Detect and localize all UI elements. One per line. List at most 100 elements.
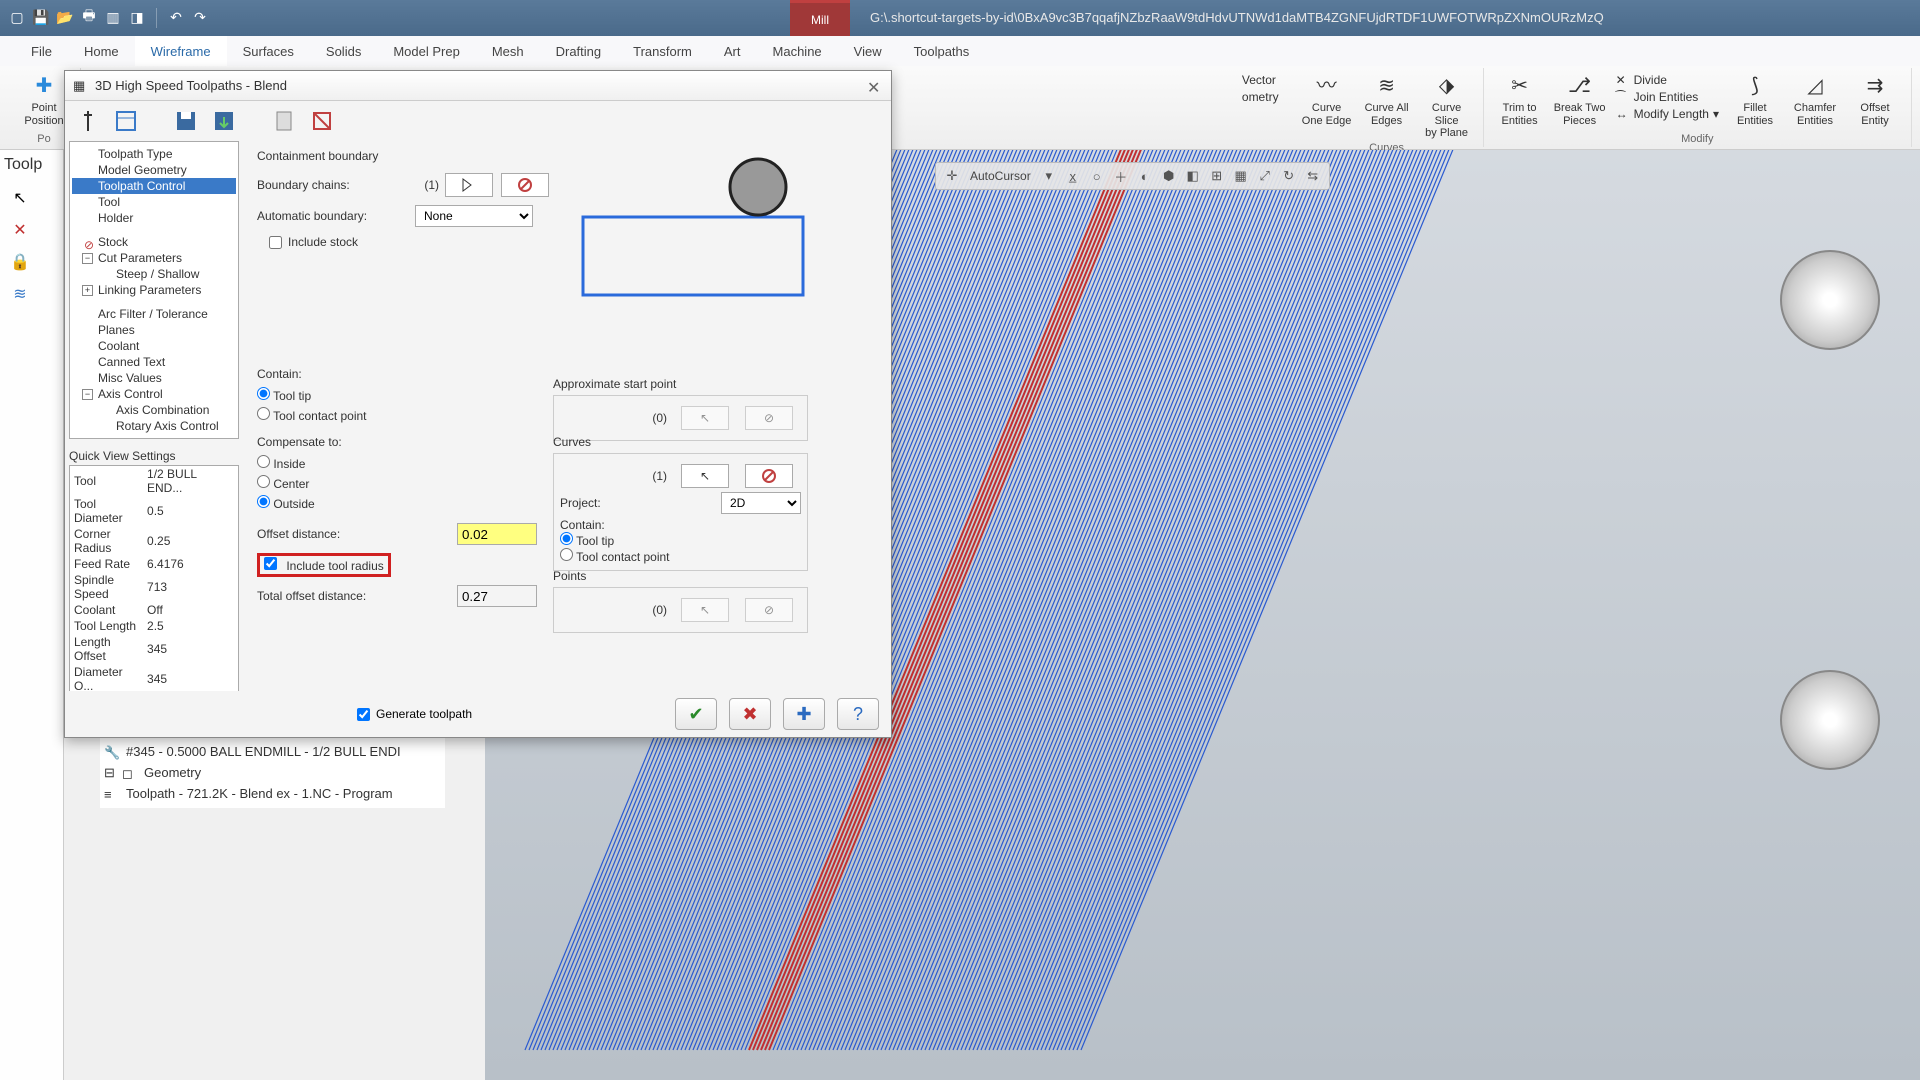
offset-distance-input[interactable] bbox=[457, 523, 537, 545]
vector-item[interactable]: Vector bbox=[1238, 72, 1283, 88]
autocursor-icon[interactable]: ✛ bbox=[942, 166, 962, 186]
tab-modelprep[interactable]: Model Prep bbox=[377, 36, 475, 66]
tab-home[interactable]: Home bbox=[68, 36, 135, 66]
tree-tool[interactable]: Tool bbox=[72, 194, 236, 210]
curve-one-edge-button[interactable]: 〰Curve One Edge bbox=[1299, 70, 1355, 129]
delete-icon[interactable]: ✕ bbox=[8, 218, 32, 242]
offset-button[interactable]: ⇉Offset Entity bbox=[1847, 70, 1903, 129]
tab-solids[interactable]: Solids bbox=[310, 36, 377, 66]
tree-toolpath-control[interactable]: Toolpath Control bbox=[72, 178, 236, 194]
divide-item[interactable]: ✕Divide bbox=[1612, 72, 1723, 88]
load-icon[interactable] bbox=[209, 106, 239, 136]
modify-length-item[interactable]: ↔Modify Length ▾ bbox=[1612, 106, 1723, 122]
vp-icon[interactable]: ↻ bbox=[1279, 166, 1299, 186]
ometry-item[interactable]: ometry bbox=[1238, 89, 1283, 105]
include-stock-checkbox[interactable] bbox=[269, 236, 282, 249]
tab-file[interactable]: File bbox=[15, 36, 68, 66]
open-icon[interactable]: 📂 bbox=[56, 8, 74, 26]
pick-start-button[interactable]: ↖ bbox=[681, 406, 729, 430]
tree-arc[interactable]: Arc Filter / Tolerance bbox=[72, 306, 236, 322]
tab-view[interactable]: View bbox=[838, 36, 898, 66]
pick-points-button[interactable]: ↖ bbox=[681, 598, 729, 622]
vp-icon[interactable]: ⤢ bbox=[1255, 166, 1275, 186]
generate-checkbox[interactable] bbox=[357, 708, 370, 721]
curves-contact-radio[interactable]: Tool contact point bbox=[560, 550, 670, 564]
expand-icon[interactable]: + bbox=[82, 285, 93, 296]
operations-tree[interactable]: 🔧#345 - 0.5000 BALL ENDMILL - 1/2 BULL E… bbox=[100, 738, 445, 808]
tree-stock[interactable]: ⊘Stock bbox=[72, 234, 236, 250]
redo-icon[interactable]: ↷ bbox=[191, 8, 209, 26]
context-tab-mill[interactable]: Mill bbox=[790, 0, 850, 36]
tree-planes[interactable]: Planes bbox=[72, 322, 236, 338]
vp-icon[interactable]: ○ bbox=[1087, 166, 1107, 186]
tab-toolpaths[interactable]: Toolpaths bbox=[898, 36, 986, 66]
tab-surfaces[interactable]: Surfaces bbox=[227, 36, 310, 66]
save-icon[interactable] bbox=[171, 106, 201, 136]
tree-model-geometry[interactable]: Model Geometry bbox=[72, 162, 236, 178]
tree-cut-params[interactable]: −Cut Parameters bbox=[72, 250, 236, 266]
analyze-icon[interactable]: ◨ bbox=[128, 8, 146, 26]
tool-icon[interactable] bbox=[73, 106, 103, 136]
clear-curves-button[interactable] bbox=[745, 464, 793, 488]
tab-wireframe[interactable]: Wireframe bbox=[135, 36, 227, 66]
trim-button[interactable]: ✂Trim to Entities bbox=[1492, 70, 1548, 129]
break-button[interactable]: ⎇Break Two Pieces bbox=[1552, 70, 1608, 129]
clear-points-button[interactable]: ⊘ bbox=[745, 598, 793, 622]
clear-start-button[interactable]: ⊘ bbox=[745, 406, 793, 430]
collapse-icon[interactable]: − bbox=[82, 389, 93, 400]
chamfer-button[interactable]: ◿Chamfer Entities bbox=[1787, 70, 1843, 129]
tree-canned[interactable]: Canned Text bbox=[72, 354, 236, 370]
defaults-icon[interactable] bbox=[307, 106, 337, 136]
include-radius-checkbox[interactable] bbox=[264, 557, 277, 570]
dialog-tree[interactable]: Toolpath Type Model Geometry Toolpath Co… bbox=[69, 141, 239, 439]
vp-icon[interactable]: ▾ bbox=[1039, 166, 1059, 186]
vp-icon[interactable]: ▦ bbox=[1231, 166, 1251, 186]
view-gnomon-top[interactable] bbox=[1780, 250, 1880, 350]
tree-axis[interactable]: −Axis Control bbox=[72, 386, 236, 402]
curve-all-edges-button[interactable]: ≋Curve All Edges bbox=[1359, 70, 1415, 129]
view-gnomon-bottom[interactable] bbox=[1780, 670, 1880, 770]
help-button[interactable]: ? bbox=[837, 698, 879, 730]
tree-axis-combo[interactable]: Axis Combination bbox=[72, 402, 236, 418]
join-item[interactable]: ⁀Join Entities bbox=[1612, 89, 1723, 105]
tab-drafting[interactable]: Drafting bbox=[540, 36, 618, 66]
pick-boundary-button[interactable] bbox=[445, 173, 493, 197]
tree-steep[interactable]: Steep / Shallow bbox=[72, 266, 236, 282]
close-icon[interactable]: ✕ bbox=[867, 78, 883, 94]
tab-art[interactable]: Art bbox=[708, 36, 757, 66]
tab-transform[interactable]: Transform bbox=[617, 36, 708, 66]
save-icon[interactable]: 💾 bbox=[32, 8, 50, 26]
tab-machine[interactable]: Machine bbox=[757, 36, 838, 66]
vp-icon[interactable]: ◧ bbox=[1183, 166, 1203, 186]
params-icon[interactable] bbox=[111, 106, 141, 136]
tree-misc[interactable]: Misc Values bbox=[72, 370, 236, 386]
auto-boundary-select[interactable]: None bbox=[415, 205, 533, 227]
clear-boundary-button[interactable] bbox=[501, 173, 549, 197]
fillet-button[interactable]: ⟆Fillet Entities bbox=[1727, 70, 1783, 129]
vp-icon[interactable]: x̲ bbox=[1063, 166, 1083, 186]
tree-rotary[interactable]: Rotary Axis Control bbox=[72, 418, 236, 434]
tab-mesh[interactable]: Mesh bbox=[476, 36, 540, 66]
cancel-button[interactable]: ✖ bbox=[729, 698, 771, 730]
calc-icon[interactable] bbox=[269, 106, 299, 136]
ok-button[interactable]: ✔ bbox=[675, 698, 717, 730]
lock-icon[interactable]: 🔒 bbox=[8, 250, 32, 274]
tree-linking[interactable]: +Linking Parameters bbox=[72, 282, 236, 298]
select-icon[interactable]: ↖ bbox=[8, 186, 32, 210]
collapse-icon[interactable]: − bbox=[82, 253, 93, 264]
new-icon[interactable]: ▢ bbox=[8, 8, 26, 26]
tree-holder[interactable]: Holder bbox=[72, 210, 236, 226]
display-icon[interactable]: ▥ bbox=[104, 8, 122, 26]
curve-slice-button[interactable]: ⬗Curve Slice by Plane bbox=[1419, 70, 1475, 142]
vp-icon[interactable]: ＋ bbox=[1111, 166, 1131, 186]
print-icon[interactable]: 🖶 bbox=[80, 8, 98, 26]
project-select[interactable]: 2D bbox=[721, 492, 801, 514]
tree-coolant[interactable]: Coolant bbox=[72, 338, 236, 354]
vp-icon[interactable]: ⇆ bbox=[1303, 166, 1323, 186]
vp-icon[interactable]: ◐ bbox=[1135, 166, 1155, 186]
tree-toolpath-type[interactable]: Toolpath Type bbox=[72, 146, 236, 162]
pick-curves-button[interactable]: ↖ bbox=[681, 464, 729, 488]
add-button[interactable]: ✚ bbox=[783, 698, 825, 730]
vp-icon[interactable]: ⊞ bbox=[1207, 166, 1227, 186]
curves-tooltip-radio[interactable]: Tool tip bbox=[560, 534, 614, 548]
